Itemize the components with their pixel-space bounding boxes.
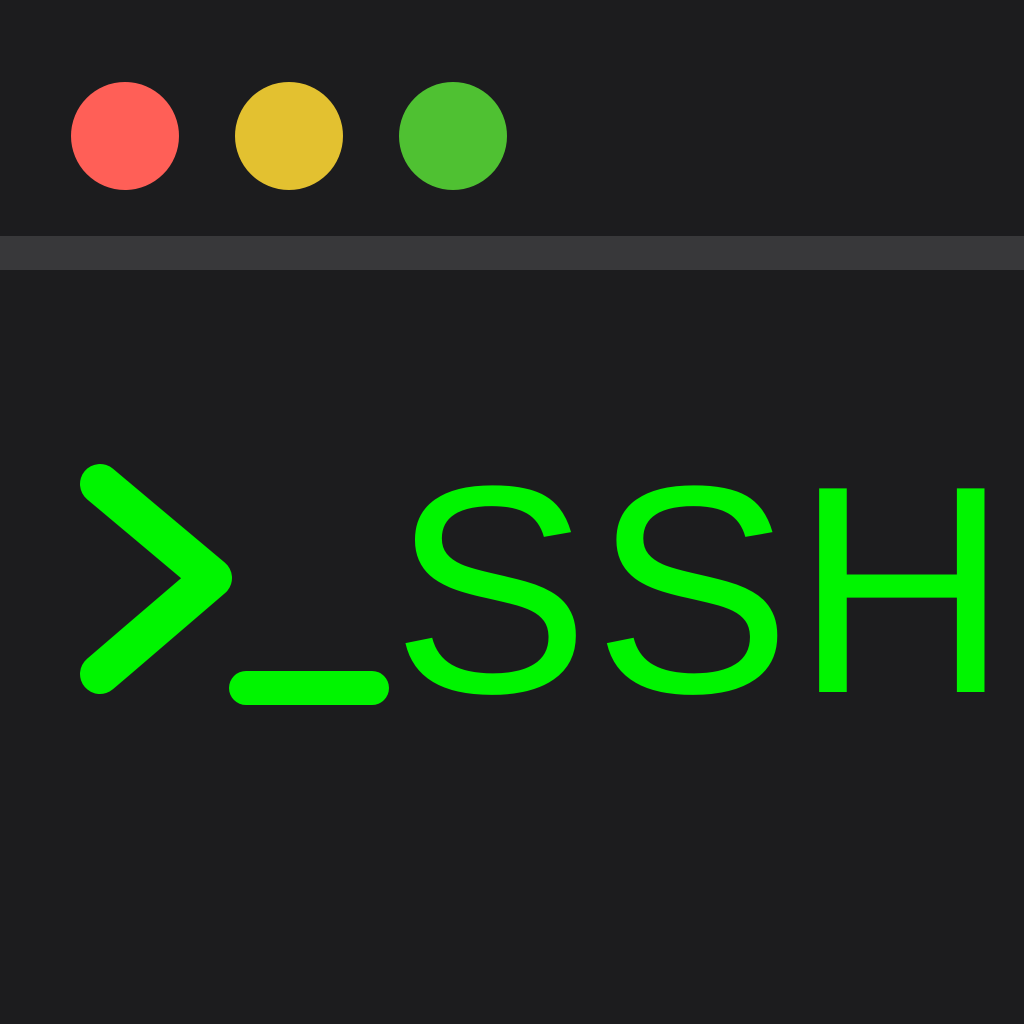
chevron-right-icon bbox=[80, 464, 232, 694]
app-window: SSH bbox=[0, 0, 1024, 1024]
ssh-label: SSH bbox=[392, 424, 1013, 755]
